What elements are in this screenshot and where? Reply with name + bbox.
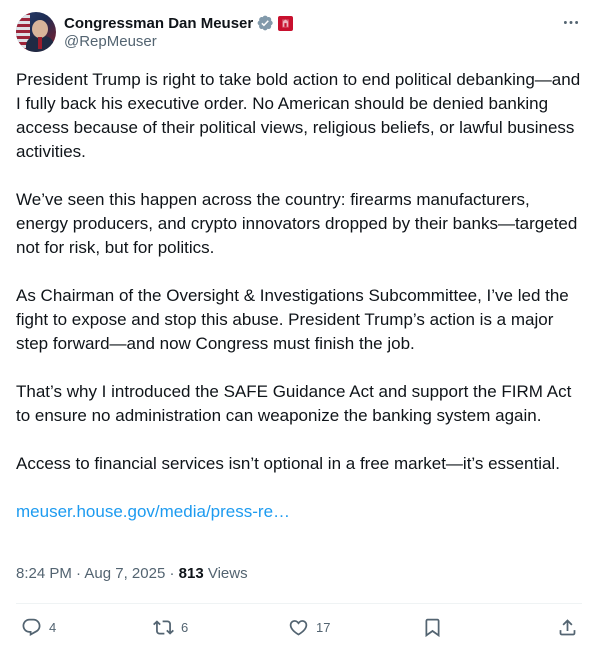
tweet-paragraph-2: We’ve seen this happen across the countr… (16, 190, 578, 257)
tweet-link-paragraph: meuser.house.gov/media/press-re… (16, 500, 586, 524)
tweet-time[interactable]: 8:24 PM (16, 565, 72, 582)
more-options-icon[interactable] (560, 12, 582, 32)
repost-icon (153, 619, 174, 635)
tweet-paragraph-3: As Chairman of the Oversight & Investiga… (16, 286, 569, 353)
like-count: 17 (316, 619, 331, 635)
handle[interactable]: @RepMeuser (64, 33, 157, 50)
repost-button[interactable]: 6 (153, 614, 188, 640)
tweet-paragraph-4: That’s why I introduced the SAFE Guidanc… (16, 382, 572, 425)
reply-icon (22, 618, 41, 636)
display-name[interactable]: Congressman Dan Meuser (64, 15, 253, 32)
avatar-face (32, 20, 48, 38)
meta-separator: · (71, 565, 85, 582)
share-icon (559, 618, 576, 635)
reply-button[interactable]: 4 (21, 614, 56, 640)
repost-count: 6 (181, 619, 189, 635)
share-button[interactable] (557, 614, 578, 640)
bookmark-icon (425, 618, 440, 637)
like-icon (289, 619, 308, 636)
tweet-header: Congressman Dan Meuser @RepMeuser (16, 12, 582, 54)
avatar-tie (38, 37, 42, 49)
reply-count: 4 (49, 619, 57, 635)
press-release-link[interactable]: meuser.house.gov/media/press-re… (16, 502, 290, 521)
avatar[interactable] (16, 12, 56, 52)
tweet-text: President Trump is right to take bold ac… (16, 68, 586, 548)
views-label: Views (203, 565, 248, 582)
views-count[interactable]: 813 (179, 565, 204, 582)
like-button[interactable]: 17 (288, 614, 330, 640)
action-bar: 4 6 17 (16, 614, 582, 640)
divider (16, 603, 582, 604)
tweet-date[interactable]: Aug 7, 2025 (84, 565, 165, 582)
name-row: Congressman Dan Meuser (64, 13, 294, 33)
meta-separator-2: · (165, 565, 179, 582)
house-affiliation-icon[interactable] (278, 15, 294, 31)
tweet-paragraph-1: President Trump is right to take bold ac… (16, 70, 581, 161)
tweet-meta: 8:24 PM · Aug 7, 2025 · 813 Views (16, 564, 248, 584)
tweet-paragraph-5: Access to financial services isn’t optio… (16, 454, 560, 473)
verified-badge-icon[interactable] (256, 14, 274, 32)
bookmark-button[interactable] (422, 614, 443, 640)
